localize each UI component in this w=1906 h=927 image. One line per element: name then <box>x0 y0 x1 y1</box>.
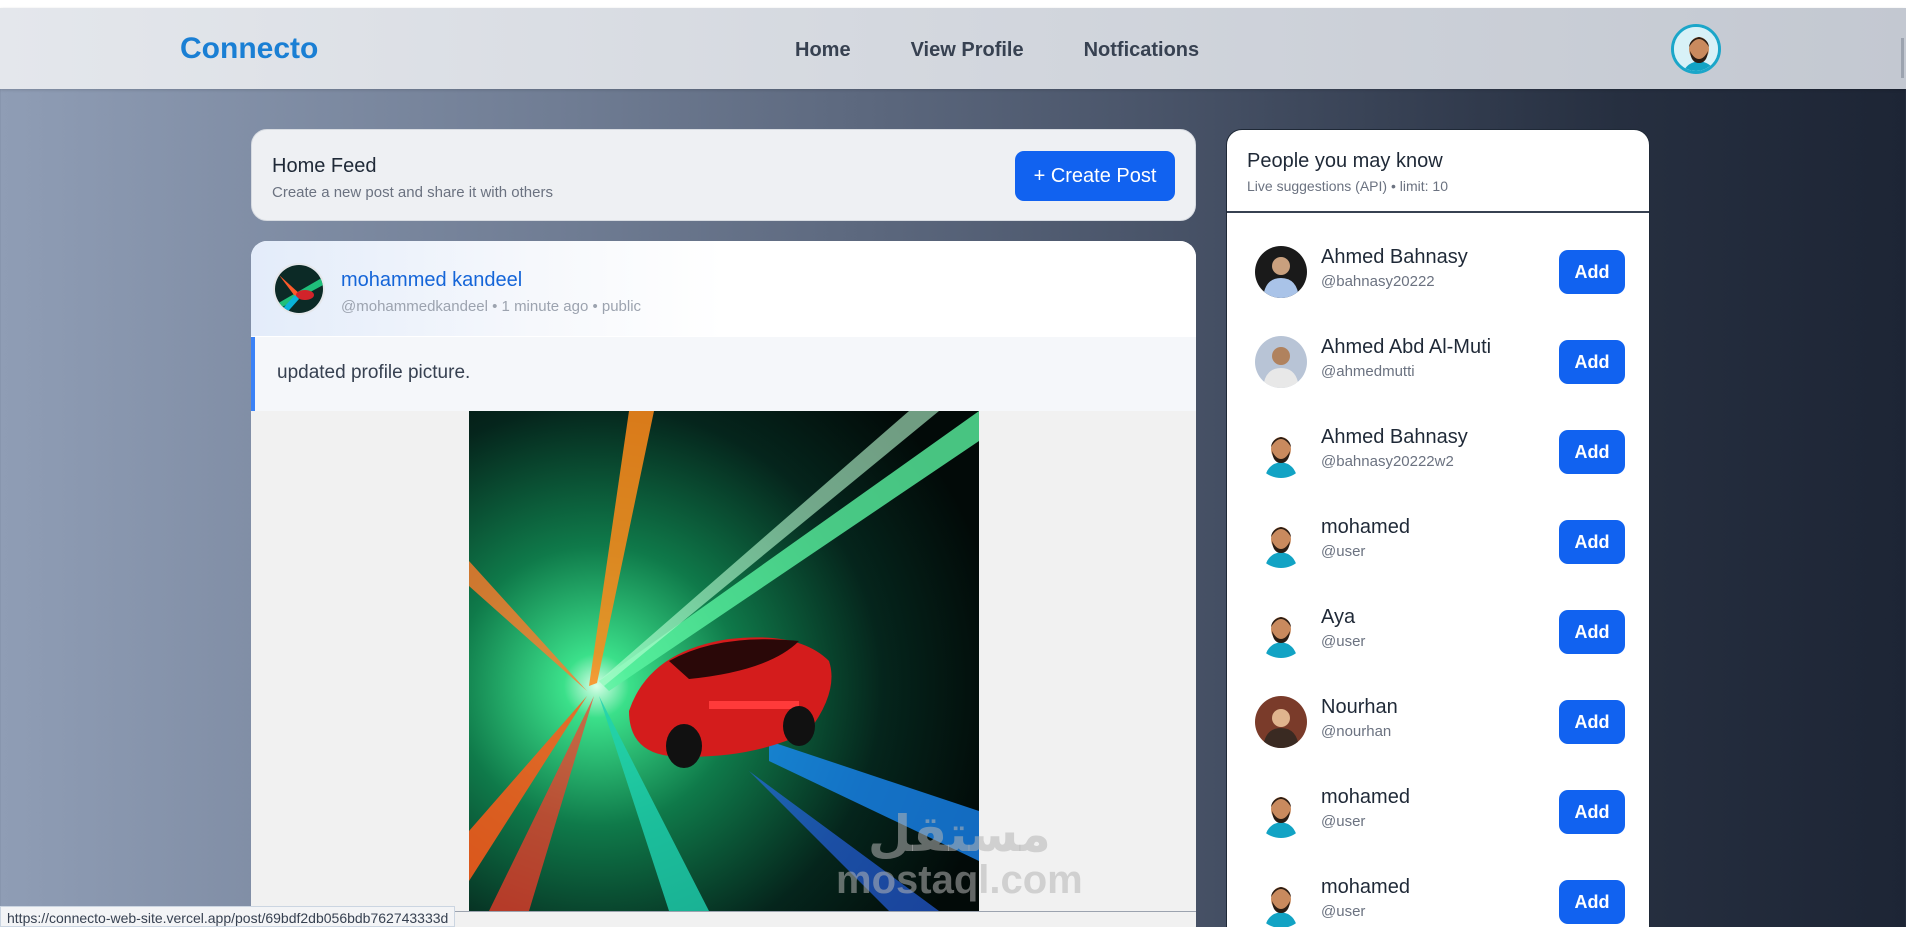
post-text: updated profile picture. <box>277 362 471 383</box>
navbar: Connecto Home View Profile Notfications <box>0 8 1906 89</box>
suggestion-handle: @user <box>1321 813 1366 830</box>
suggestion-handle: @ahmedmutti <box>1321 363 1415 380</box>
bearded-avatar-icon <box>1255 786 1307 838</box>
suggestion-name[interactable]: Ahmed Bahnasy <box>1321 426 1468 449</box>
bearded-avatar-icon <box>1255 876 1307 927</box>
suggestion-item: Nourhan @nourhan Add <box>1255 690 1635 750</box>
create-post-button[interactable]: + Create Post <box>1015 151 1175 201</box>
suggestions-subtitle: Live suggestions (API) • limit: 10 <box>1247 178 1448 194</box>
suggestion-handle: @bahnasy20222 <box>1321 273 1435 290</box>
post-author-avatar-icon <box>275 265 323 313</box>
suggestion-handle: @bahnasy20222w2 <box>1321 453 1454 470</box>
suggestion-avatar[interactable] <box>1255 876 1307 927</box>
home-feed-header: Home Feed Create a new post and share it… <box>251 129 1196 221</box>
nav-view-profile-link[interactable]: View Profile <box>911 39 1024 62</box>
suggestions-title: People you may know <box>1247 150 1443 172</box>
suggestion-name[interactable]: Ahmed Abd Al-Muti <box>1321 336 1491 359</box>
suggestion-item: mohamed @user Add <box>1255 510 1635 570</box>
scrollbar-marker <box>1901 38 1904 78</box>
person-photo-icon <box>1255 246 1307 298</box>
watermark: مستقل mostaql.com <box>836 808 1083 900</box>
post-body: updated profile picture. <box>251 337 1196 411</box>
suggestion-name[interactable]: mohamed <box>1321 516 1410 539</box>
add-friend-button[interactable]: Add <box>1559 790 1625 834</box>
suggestion-name[interactable]: mohamed <box>1321 786 1410 809</box>
status-bar-url: https://connecto-web-site.vercel.app/pos… <box>0 906 456 927</box>
suggestion-name[interactable]: Ahmed Bahnasy <box>1321 246 1468 269</box>
suggestion-avatar[interactable] <box>1255 606 1307 658</box>
people-you-may-know-panel: People you may know Live suggestions (AP… <box>1226 129 1650 927</box>
watermark-latin: mostaql.com <box>836 858 1083 902</box>
feed-subtitle: Create a new post and share it with othe… <box>272 184 553 201</box>
brand-logo[interactable]: Connecto <box>180 32 318 66</box>
bearded-avatar-icon <box>1255 606 1307 658</box>
bearded-avatar-icon <box>1255 516 1307 568</box>
suggestion-name[interactable]: Aya <box>1321 606 1355 629</box>
add-friend-button[interactable]: Add <box>1559 520 1625 564</box>
add-friend-button[interactable]: Add <box>1559 880 1625 924</box>
suggestion-handle: @user <box>1321 903 1366 920</box>
suggestion-item: Aya @user Add <box>1255 600 1635 660</box>
nav-links: Home View Profile Notfications <box>795 39 1199 62</box>
suggestion-avatar[interactable] <box>1255 336 1307 388</box>
nav-notifications-link[interactable]: Notfications <box>1084 39 1200 62</box>
window-top-strip <box>0 0 1906 8</box>
add-friend-button[interactable]: Add <box>1559 700 1625 744</box>
suggestion-handle: @nourhan <box>1321 723 1392 740</box>
suggestion-item: Ahmed Abd Al-Muti @ahmedmutti Add <box>1255 330 1635 390</box>
add-friend-button[interactable]: Add <box>1559 610 1625 654</box>
suggestion-handle: @user <box>1321 633 1366 650</box>
add-friend-button[interactable]: Add <box>1559 340 1625 384</box>
suggestion-item: mohamed @user Add <box>1255 870 1635 927</box>
suggestion-item: Ahmed Bahnasy @bahnasy20222w2 Add <box>1255 420 1635 480</box>
suggestion-item: mohamed @user Add <box>1255 780 1635 840</box>
bearded-avatar-icon <box>1255 426 1307 478</box>
post-header: mohammed kandeel @mohammedkandeel • 1 mi… <box>251 241 1196 336</box>
suggestion-avatar[interactable] <box>1255 426 1307 478</box>
suggestion-handle: @user <box>1321 543 1366 560</box>
suggestion-name[interactable]: mohamed <box>1321 876 1410 899</box>
suggestion-avatar[interactable] <box>1255 696 1307 748</box>
suggestions-divider <box>1227 211 1649 213</box>
suggestion-avatar[interactable] <box>1255 786 1307 838</box>
suggestion-avatar[interactable] <box>1255 246 1307 298</box>
feed-title: Home Feed <box>272 155 377 177</box>
person-photo-icon <box>1255 336 1307 388</box>
suggestion-avatar[interactable] <box>1255 516 1307 568</box>
watermark-arabic: مستقل <box>867 805 1051 863</box>
user-avatar-icon <box>1674 27 1718 71</box>
person-photo-icon <box>1255 696 1307 748</box>
post-author-name[interactable]: mohammed kandeel <box>341 269 522 292</box>
add-friend-button[interactable]: Add <box>1559 430 1625 474</box>
post-meta: @mohammedkandeel • 1 minute ago • public <box>341 298 642 315</box>
suggestion-name[interactable]: Nourhan <box>1321 696 1398 719</box>
add-friend-button[interactable]: Add <box>1559 250 1625 294</box>
user-avatar[interactable] <box>1671 24 1721 74</box>
nav-home-link[interactable]: Home <box>795 39 851 62</box>
post-author-avatar[interactable] <box>273 263 325 315</box>
suggestion-item: Ahmed Bahnasy @bahnasy20222 Add <box>1255 240 1635 300</box>
